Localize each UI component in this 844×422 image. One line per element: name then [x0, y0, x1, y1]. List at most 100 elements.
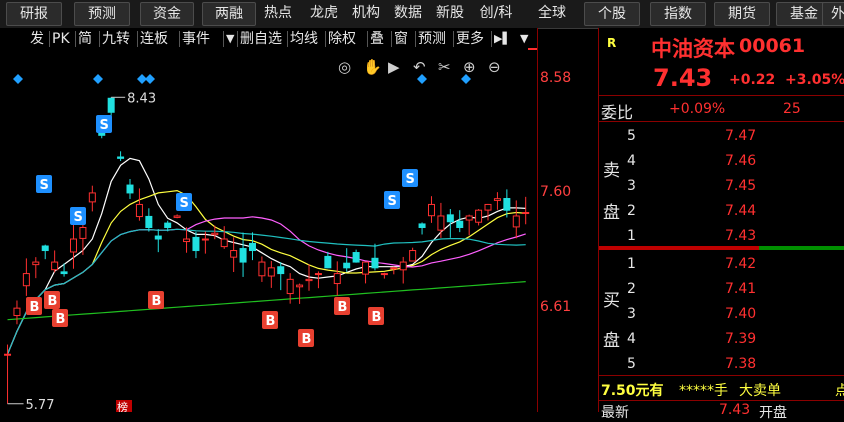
- candle-body[interactable]: [352, 252, 360, 263]
- top-tab-data[interactable]: 数据: [388, 2, 428, 24]
- top-tab-forecast[interactable]: 预测: [74, 2, 130, 26]
- candle-body[interactable]: [437, 215, 445, 231]
- candle-body[interactable]: [117, 156, 125, 159]
- candle-body[interactable]: [220, 238, 228, 248]
- add-icon[interactable]: ⊕: [463, 58, 476, 76]
- candle-body[interactable]: [456, 220, 464, 228]
- candle-body[interactable]: [409, 250, 417, 262]
- candle-body[interactable]: [475, 209, 483, 223]
- candle-body[interactable]: [22, 273, 30, 287]
- candle-body[interactable]: [446, 214, 454, 223]
- top-tab-global[interactable]: 全球: [532, 2, 572, 24]
- candle-body[interactable]: [314, 273, 322, 276]
- chart-toolbar-btn-window[interactable]: 窗: [394, 29, 408, 49]
- candle-body[interactable]: [164, 222, 172, 228]
- top-tab-index[interactable]: 指数: [650, 2, 706, 26]
- candle-body[interactable]: [484, 203, 492, 211]
- scissors-icon[interactable]: ✂: [438, 58, 451, 76]
- play-icon[interactable]: ▶: [388, 58, 400, 76]
- event-diamond-marker[interactable]: [13, 74, 23, 84]
- candle-body[interactable]: [465, 215, 473, 221]
- candle-body[interactable]: [192, 236, 200, 252]
- event-diamond-marker[interactable]: [93, 74, 103, 84]
- chart-toolbar-btn-simple[interactable]: 简: [78, 29, 92, 49]
- chart-toolbar-btn-forecast[interactable]: 预测: [418, 29, 446, 49]
- top-tab-futures[interactable]: 期货: [714, 2, 770, 26]
- candle-body[interactable]: [230, 250, 238, 258]
- top-tab-new-stocks[interactable]: 新股: [430, 2, 470, 24]
- remove-icon[interactable]: ⊖: [488, 58, 501, 76]
- candle-body[interactable]: [427, 203, 435, 217]
- candle-body[interactable]: [286, 278, 294, 295]
- chart-toolbar-btn-more[interactable]: 更多: [456, 29, 484, 49]
- top-tab-hot-topics[interactable]: 热点: [258, 2, 298, 24]
- top-tab-institutions[interactable]: 机构: [346, 2, 386, 24]
- candle-body[interactable]: [333, 273, 341, 285]
- candle-body[interactable]: [183, 238, 191, 243]
- top-tab-dragon-tiger[interactable]: 龙虎: [304, 2, 344, 24]
- candle-body[interactable]: [362, 261, 370, 275]
- chart-toolbar-btn-ex-rights[interactable]: 除权: [328, 29, 356, 49]
- candle-body[interactable]: [201, 238, 209, 241]
- chart-toolbar-btn-consecutive[interactable]: 连板: [140, 29, 168, 49]
- candle-body[interactable]: [258, 261, 266, 277]
- candle-body[interactable]: [512, 215, 520, 228]
- candle-body[interactable]: [399, 261, 407, 271]
- big-order-tail: 点: [835, 383, 844, 399]
- chart-toolbar-btn-fa[interactable]: 发: [30, 29, 44, 49]
- candle-body[interactable]: [79, 226, 87, 239]
- top-tab-star-market[interactable]: 创/科: [472, 2, 520, 24]
- candle-body[interactable]: [135, 203, 143, 218]
- chart-toolbar-btn-pk[interactable]: PK: [52, 29, 70, 49]
- chart-toolbar-events-dropdown[interactable]: ▼: [226, 29, 234, 49]
- chart-toolbar-more-dropdown[interactable]: ▼: [520, 29, 528, 49]
- chart-toolbar-btn-remove-watchlist[interactable]: 删自选: [240, 29, 282, 49]
- candle-body[interactable]: [267, 267, 275, 277]
- candle-body[interactable]: [107, 97, 115, 113]
- candle-body[interactable]: [390, 267, 398, 270]
- candle-body[interactable]: [69, 238, 77, 253]
- candle-body[interactable]: [41, 245, 49, 252]
- candle-body[interactable]: [522, 212, 530, 215]
- candle-body[interactable]: [296, 284, 304, 288]
- candle-body[interactable]: [13, 307, 21, 317]
- candle-body[interactable]: [380, 273, 388, 276]
- candle-body[interactable]: [503, 198, 511, 211]
- candle-body[interactable]: [4, 353, 12, 356]
- candle-body[interactable]: [277, 266, 285, 275]
- candle-body[interactable]: [371, 257, 379, 269]
- candle-body[interactable]: [88, 192, 96, 203]
- candle-body[interactable]: [418, 223, 426, 228]
- undo-icon[interactable]: ↶: [413, 58, 426, 76]
- candle-body[interactable]: [60, 271, 68, 275]
- top-tab-capital-flow[interactable]: 资金: [140, 2, 194, 26]
- candle-body[interactable]: [173, 215, 181, 218]
- chart-toolbar-btn-overlay[interactable]: 叠: [370, 29, 384, 49]
- eye-icon[interactable]: ◎: [338, 58, 351, 76]
- top-tab-research[interactable]: 研报: [6, 2, 62, 26]
- top-tab-foreign[interactable]: 外: [822, 2, 844, 26]
- candle-body[interactable]: [126, 184, 134, 194]
- candle-body[interactable]: [154, 235, 162, 240]
- event-diamond-marker[interactable]: [145, 74, 155, 84]
- candle-body[interactable]: [32, 261, 40, 266]
- candle-body[interactable]: [239, 248, 247, 263]
- chart-toolbar-btn-play[interactable]: ▶▌: [494, 29, 511, 49]
- top-tab-margin[interactable]: 两融: [202, 2, 256, 26]
- order-price: 7.39: [725, 331, 757, 347]
- candle-body[interactable]: [305, 278, 313, 282]
- candle-body[interactable]: [211, 232, 219, 236]
- hand-icon[interactable]: ✋: [363, 58, 382, 76]
- candle-body[interactable]: [248, 242, 256, 252]
- candle-body[interactable]: [145, 215, 153, 228]
- top-tab-stock[interactable]: 个股: [584, 2, 640, 26]
- candle-body[interactable]: [51, 261, 59, 271]
- high-price-label: 8.43: [127, 91, 156, 106]
- chart-toolbar-btn-ma[interactable]: 均线: [290, 29, 318, 49]
- chart-toolbar-btn-nine-turn[interactable]: 九转: [102, 29, 130, 49]
- candle-body[interactable]: [324, 255, 332, 269]
- candle-body[interactable]: [343, 262, 351, 269]
- chart-toolbar-btn-events[interactable]: 事件: [182, 29, 210, 49]
- candle-body[interactable]: [493, 198, 501, 201]
- candlestick-chart[interactable]: ◎ ✋ ▶ ↶ ✂ ⊕ ⊖8.435.77SSSS SSB BBBBBBB榜: [0, 50, 537, 412]
